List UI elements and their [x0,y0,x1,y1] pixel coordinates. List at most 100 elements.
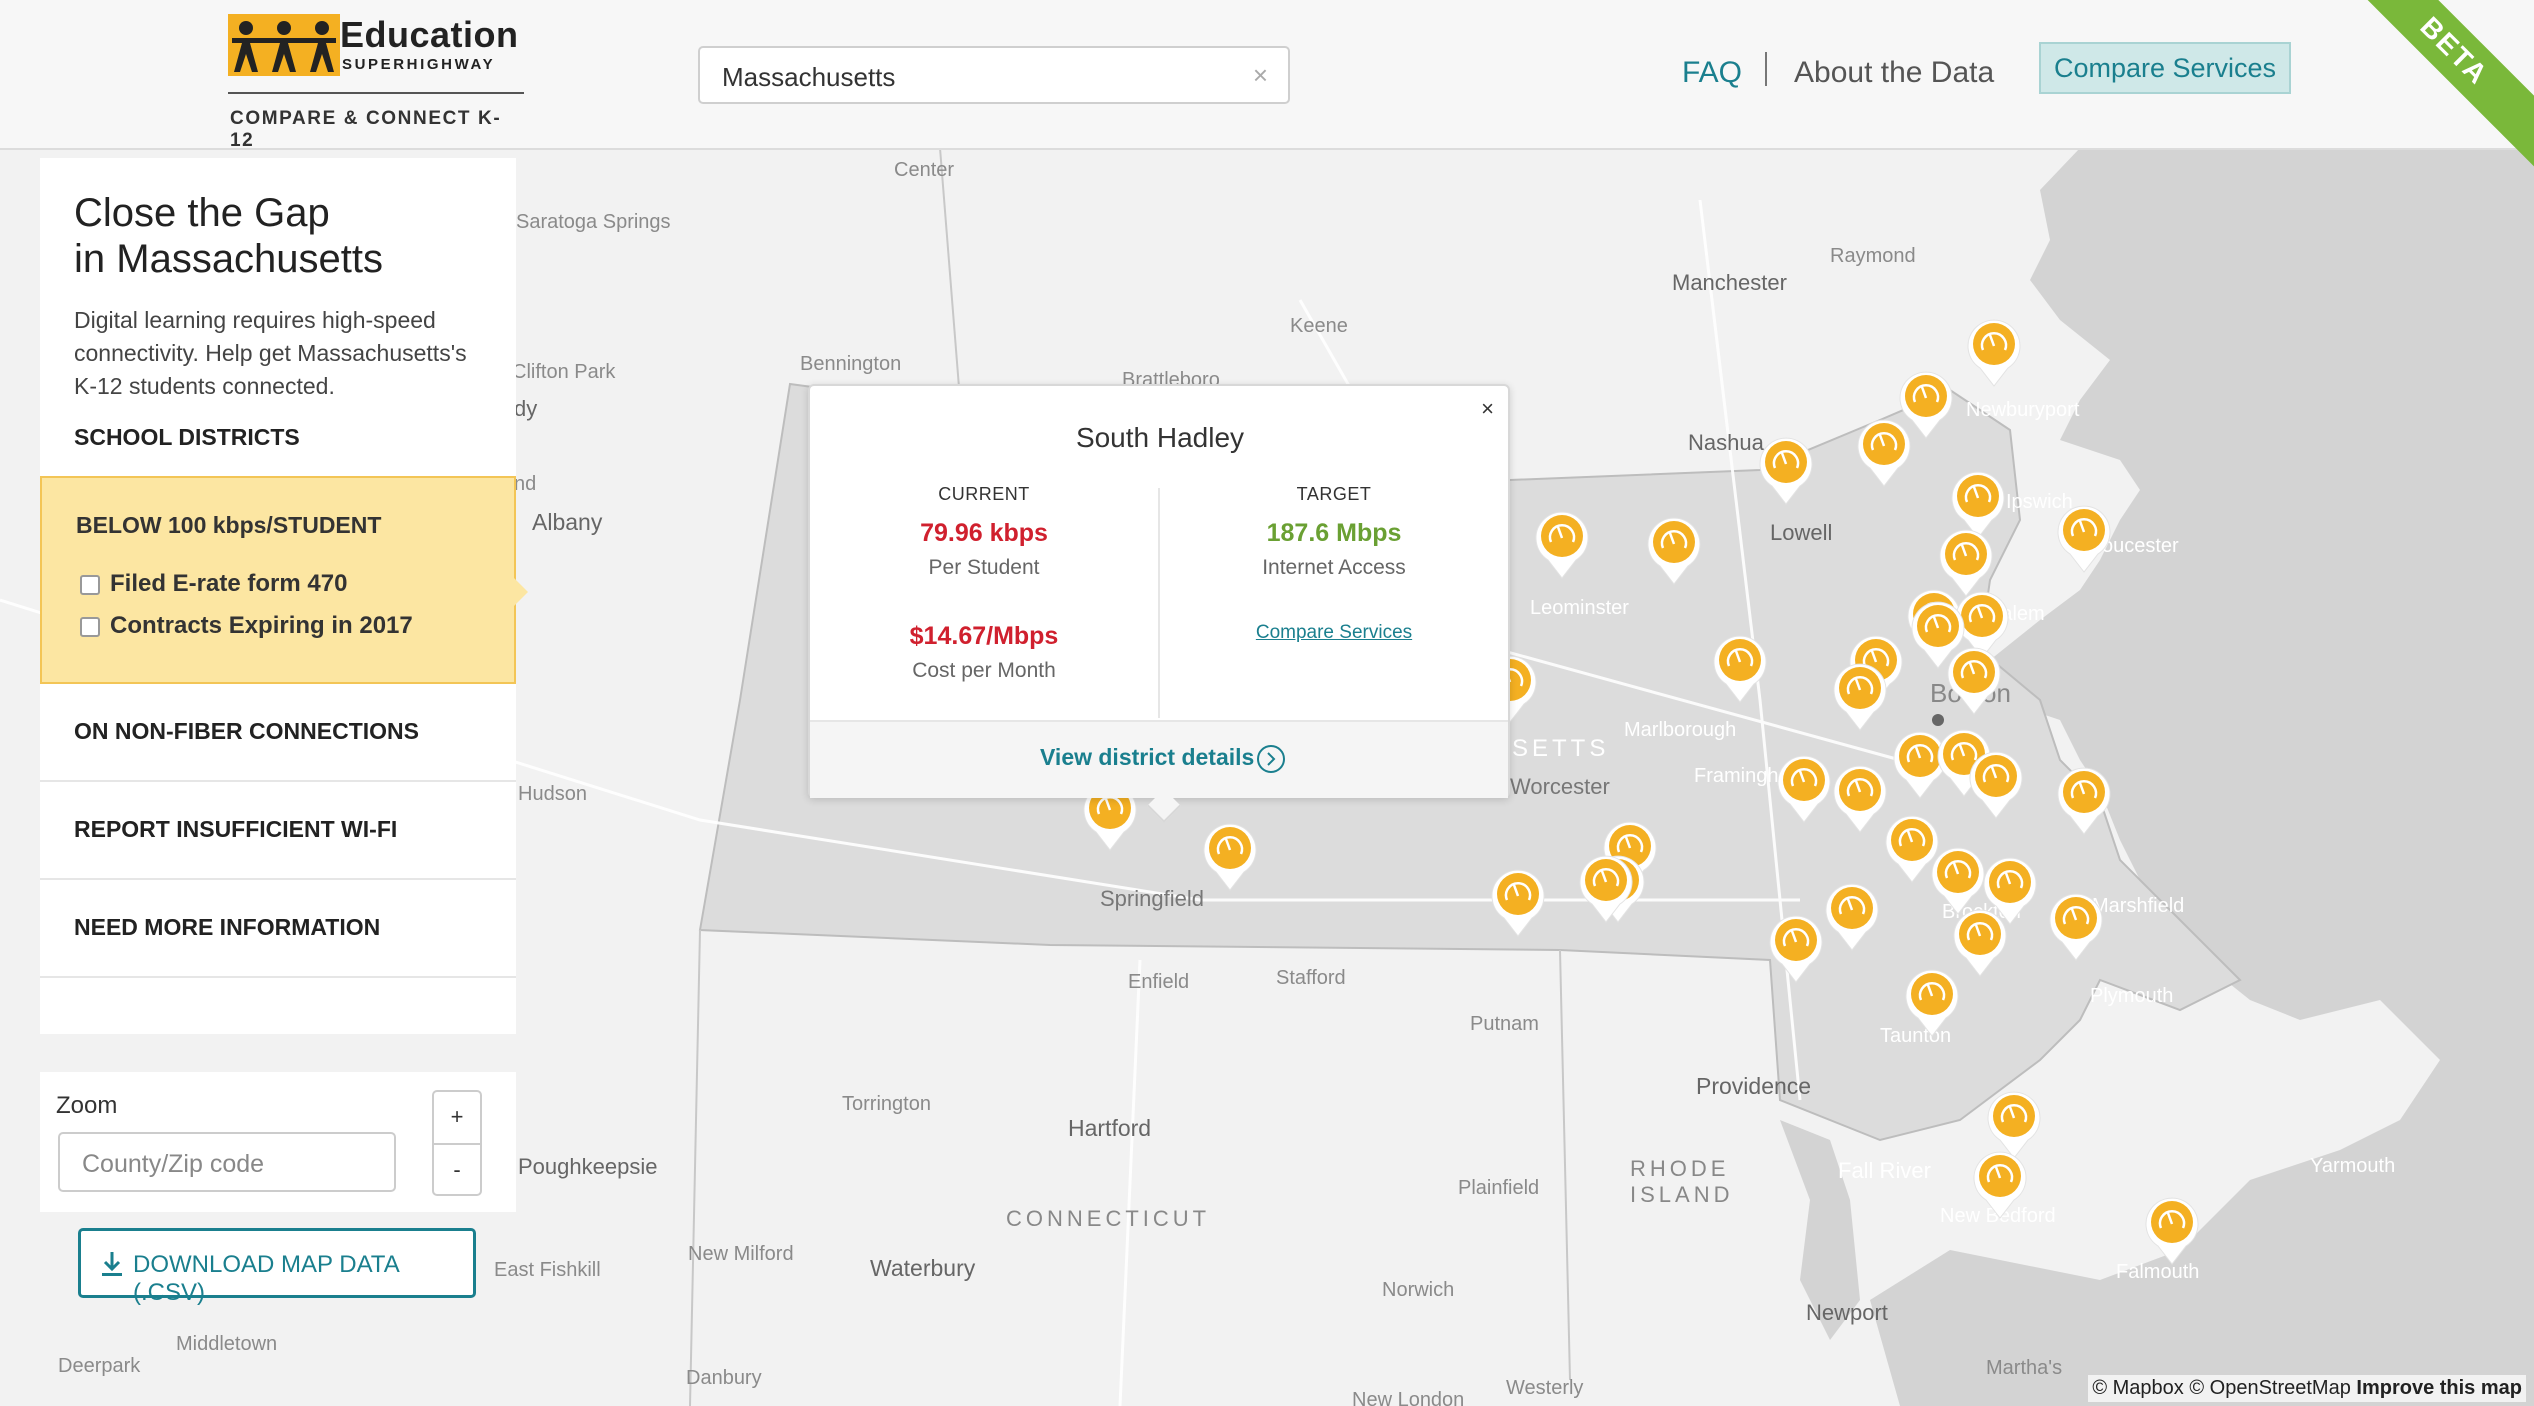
map-label: Saratoga Springs [516,211,671,233]
logo-figures-icon [228,14,340,76]
map-label: Fall River [1838,1158,1931,1183]
chevron-right-circle-icon[interactable] [1256,744,1286,774]
map-label: Danbury [686,1367,762,1389]
map-label: Springfield [1100,886,1204,911]
nav-divider [1765,52,1767,86]
active-filter-pointer [514,578,528,606]
map-label: Hartford [1068,1115,1151,1141]
download-icon [102,1252,122,1276]
current-speed: 79.96 kbps [920,519,1048,547]
nav-about-link[interactable]: About the Data [1794,56,1994,90]
brand-logo[interactable]: Education SUPERHIGHWAY COMPARE & CONNECT… [228,14,524,151]
section-heading: SCHOOL DISTRICTS [74,424,300,450]
map-label: Waterbury [870,1255,976,1281]
map-label: Lowell [1770,520,1832,545]
map-label: Leominster [1530,597,1629,619]
filter-non-fiber[interactable]: ON NON-FIBER CONNECTIONS [40,684,516,782]
contracts-expiring-checkbox[interactable]: Contracts Expiring in 2017 [80,612,413,640]
map-label: Norwich [1382,1279,1454,1301]
map-label: Poughkeepsie [518,1154,657,1179]
map-label: Falmouth [2116,1261,2199,1283]
filter-insufficient-wifi[interactable]: REPORT INSUFFICIENT WI-FI [40,782,516,880]
current-heading: CURRENT [938,484,1030,504]
map-label: Putnam [1470,1013,1539,1035]
map-label: Clifton Park [512,361,616,383]
filter-label: BELOW 100 kbps/STUDENT [76,512,382,538]
map-label: Center [894,159,954,181]
state-label: CONNECTICUT [1006,1206,1210,1231]
current-column: CURRENT 79.96 kbps Per Student $14.67/Mb… [810,484,1158,683]
zoom-in-button[interactable]: + [434,1092,480,1143]
compare-services-button[interactable]: Compare Services [2039,42,2291,94]
close-icon[interactable]: × [1481,396,1494,422]
clear-icon[interactable]: × [1253,60,1268,91]
state-search-input[interactable]: Massachusetts × [698,46,1290,104]
checkbox-icon[interactable] [80,574,100,595]
current-cost-caption: Cost per Month [912,659,1056,682]
map-label: Providence [1696,1073,1811,1099]
view-district-details-link[interactable]: View district details [1040,744,1254,771]
district-popup: × South Hadley CURRENT 79.96 kbps Per St… [808,384,1510,823]
filter-below-100kbps[interactable]: BELOW 100 kbps/STUDENT Filed E-rate form… [40,476,516,684]
sidebar: Close the Gap in Massachusetts Digital l… [40,158,516,1034]
map-label: East Fishkill [494,1259,601,1281]
brand-subtitle: SUPERHIGHWAY [342,56,496,73]
map-label: Stafford [1276,967,1346,989]
filter-label: ON NON-FIBER CONNECTIONS [74,718,419,744]
map-label: Nashua [1688,430,1765,455]
filter-label: REPORT INSUFFICIENT WI-FI [74,816,398,842]
map-label: Marshfield [2092,895,2184,917]
checkbox-label: Filed E-rate form 470 [110,570,348,597]
popup-compare-services-link[interactable]: Compare Services [1256,622,1412,643]
target-column: TARGET 187.6 Mbps Internet Access Compar… [1160,484,1508,644]
county-zip-input[interactable]: County/Zip code [58,1132,396,1192]
boston-marker [1932,714,1944,726]
brand-title: Education [340,14,519,55]
map-label: Albany [532,509,603,535]
map-label: Martha's [1986,1357,2062,1379]
filter-label: NEED MORE INFORMATION [74,914,381,940]
map-label: Bennington [800,353,901,375]
map-label: Plainfield [1458,1177,1539,1199]
download-csv-button[interactable]: DOWNLOAD MAP DATA (.CSV) [78,1228,476,1306]
map-label: Hudson [518,783,587,805]
osm-attribution[interactable]: © OpenStreetMap [2189,1377,2350,1399]
page-title: Close the Gap in Massachusetts [74,190,494,282]
checkbox-icon[interactable] [80,616,100,637]
map-label: Torrington [842,1093,931,1115]
map-label: Middletown [176,1333,277,1355]
map-label: Manchester [1672,270,1787,295]
map-label: Raymond [1830,245,1916,267]
target-speed: 187.6 Mbps [1266,519,1402,547]
zoom-out-button[interactable]: - [434,1143,480,1196]
map-label: Marlborough [1624,719,1736,741]
filter-more-information[interactable]: NEED MORE INFORMATION [40,880,516,978]
map-label: Taunton [1880,1025,1951,1047]
beta-ribbon: BETA [2330,0,2534,175]
map-label: Ipswich [2006,491,2073,513]
download-label: DOWNLOAD MAP DATA (.CSV) [133,1251,399,1306]
nav-faq-link[interactable]: FAQ [1682,56,1742,90]
map-label: Yarmouth [2310,1155,2395,1177]
mapbox-attribution[interactable]: © Mapbox [2092,1377,2183,1399]
checkbox-label: Contracts Expiring in 2017 [110,612,413,639]
state-label: RHODE [1630,1156,1729,1181]
map-label: Worcester [1510,774,1610,799]
district-name: South Hadley [1075,422,1245,453]
state-label: ISLAND [1630,1182,1733,1207]
popup-footer: View district details [810,720,1508,798]
map-label: Westerly [1506,1377,1583,1399]
header: Education SUPERHIGHWAY COMPARE & CONNECT… [0,0,2534,175]
map-label: Plymouth [2090,985,2173,1007]
map-label: Newburyport [1966,399,2080,421]
improve-map-link[interactable]: Improve this map [2356,1377,2522,1399]
current-cost: $14.67/Mbps [909,622,1059,650]
filed-470-checkbox[interactable]: Filed E-rate form 470 [80,570,347,598]
map-label: New Milford [688,1243,794,1265]
target-speed-caption: Internet Access [1262,556,1406,579]
map-label: Newport [1806,1300,1888,1325]
brand-divider [228,92,524,94]
map-label: Keene [1290,315,1348,337]
page-title-line1: Close the Gap [74,191,330,235]
target-heading: TARGET [1296,484,1372,504]
